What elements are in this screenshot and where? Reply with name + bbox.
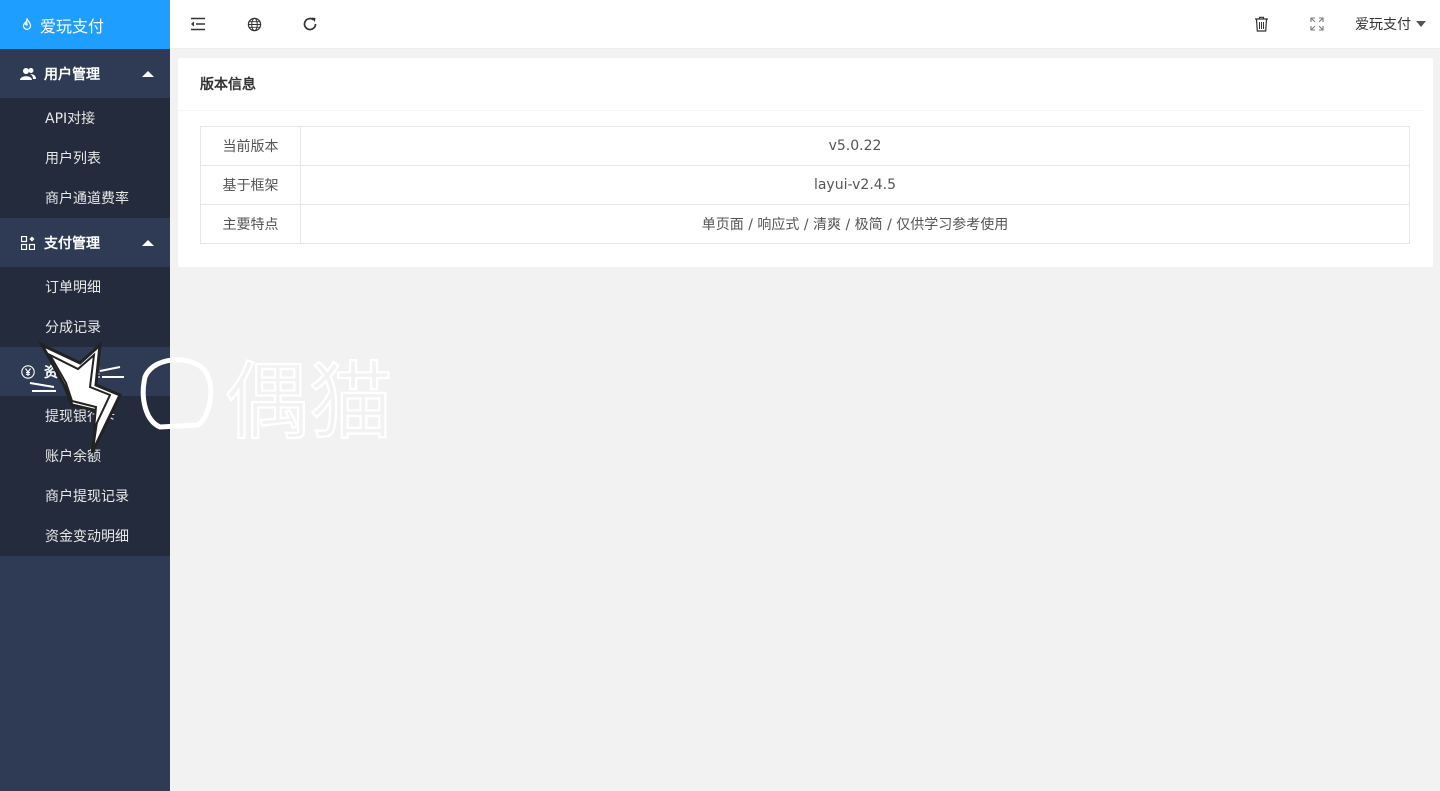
sidebar-item-order-detail[interactable]: 订单明细 bbox=[0, 267, 170, 307]
card-title: 版本信息 bbox=[178, 58, 1425, 111]
version-info-card: 版本信息 当前版本 v5.0.22 基于框架 layui-v2.4.5 主要特点… bbox=[178, 58, 1433, 267]
table-key: 当前版本 bbox=[200, 126, 301, 166]
header-right: 爱玩支付 bbox=[1233, 0, 1440, 49]
table-row: 当前版本 v5.0.22 bbox=[200, 126, 1410, 166]
nav-group-fund-management[interactable]: 资金管理 bbox=[0, 347, 170, 396]
sidebar-item-balance[interactable]: 账户余额 bbox=[0, 436, 170, 476]
sidebar-item-channel-rate[interactable]: 商户通道费率 bbox=[0, 178, 170, 218]
clear-cache-button[interactable] bbox=[1233, 0, 1289, 49]
yen-icon bbox=[20, 364, 36, 380]
table-key: 基于框架 bbox=[200, 165, 301, 205]
sidebar-item-withdraw-record[interactable]: 商户提现记录 bbox=[0, 476, 170, 516]
version-table: 当前版本 v5.0.22 基于框架 layui-v2.4.5 主要特点 单页面 … bbox=[200, 126, 1410, 244]
nav-submenu-user: API对接 用户列表 商户通道费率 bbox=[0, 98, 170, 218]
sidebar-item-api[interactable]: API对接 bbox=[0, 98, 170, 138]
caret-down-icon bbox=[1416, 21, 1426, 27]
watermark-text: 偶猫 bbox=[225, 353, 393, 451]
refresh-icon bbox=[303, 17, 317, 31]
apps-icon bbox=[20, 235, 36, 251]
sidebar-item-share-record[interactable]: 分成记录 bbox=[0, 307, 170, 347]
sidebar-item-bank-card[interactable]: 提现银行卡 bbox=[0, 396, 170, 436]
table-row: 主要特点 单页面 / 响应式 / 清爽 / 极简 / 仅供学习参考使用 bbox=[200, 204, 1410, 244]
sidebar-item-fund-change[interactable]: 资金变动明细 bbox=[0, 516, 170, 556]
nav-group-label: 用户管理 bbox=[44, 66, 100, 83]
menu-collapse-icon bbox=[191, 17, 205, 31]
user-menu-label: 爱玩支付 bbox=[1355, 17, 1411, 33]
users-icon bbox=[20, 66, 36, 82]
table-value: v5.0.22 bbox=[300, 126, 1410, 166]
caret-up-icon bbox=[142, 70, 154, 77]
nav-submenu-payment: 订单明细 分成记录 bbox=[0, 267, 170, 347]
fullscreen-icon bbox=[1310, 17, 1324, 31]
sidebar-item-user-list[interactable]: 用户列表 bbox=[0, 138, 170, 178]
fire-icon bbox=[22, 17, 32, 30]
table-key: 主要特点 bbox=[200, 204, 301, 244]
caret-up-icon bbox=[142, 239, 154, 246]
top-header: 爱玩支付 bbox=[170, 0, 1440, 49]
table-value: layui-v2.4.5 bbox=[300, 165, 1410, 205]
app-logo[interactable]: 爱玩支付 bbox=[0, 0, 170, 49]
trash-icon bbox=[1254, 16, 1268, 32]
nav-group-label: 资金管理 bbox=[44, 364, 100, 381]
fullscreen-button[interactable] bbox=[1289, 0, 1345, 49]
table-row: 基于框架 layui-v2.4.5 bbox=[200, 165, 1410, 205]
nav-group-user-management[interactable]: 用户管理 bbox=[0, 49, 170, 98]
menu-collapse-button[interactable] bbox=[170, 0, 226, 49]
refresh-button[interactable] bbox=[282, 0, 338, 49]
user-menu[interactable]: 爱玩支付 bbox=[1345, 0, 1440, 49]
website-button[interactable] bbox=[226, 0, 282, 49]
sidebar: 爱玩支付 用户管理 API对接 用户列表 商户通道费率 支付管理 订单明细 分成… bbox=[0, 0, 170, 791]
globe-icon bbox=[247, 17, 261, 31]
app-title: 爱玩支付 bbox=[40, 16, 105, 36]
nav-group-payment-management[interactable]: 支付管理 bbox=[0, 218, 170, 267]
nav-group-label: 支付管理 bbox=[44, 235, 100, 252]
nav-submenu-fund: 提现银行卡 账户余额 商户提现记录 资金变动明细 bbox=[0, 396, 170, 556]
table-value: 单页面 / 响应式 / 清爽 / 极简 / 仅供学习参考使用 bbox=[300, 204, 1410, 244]
